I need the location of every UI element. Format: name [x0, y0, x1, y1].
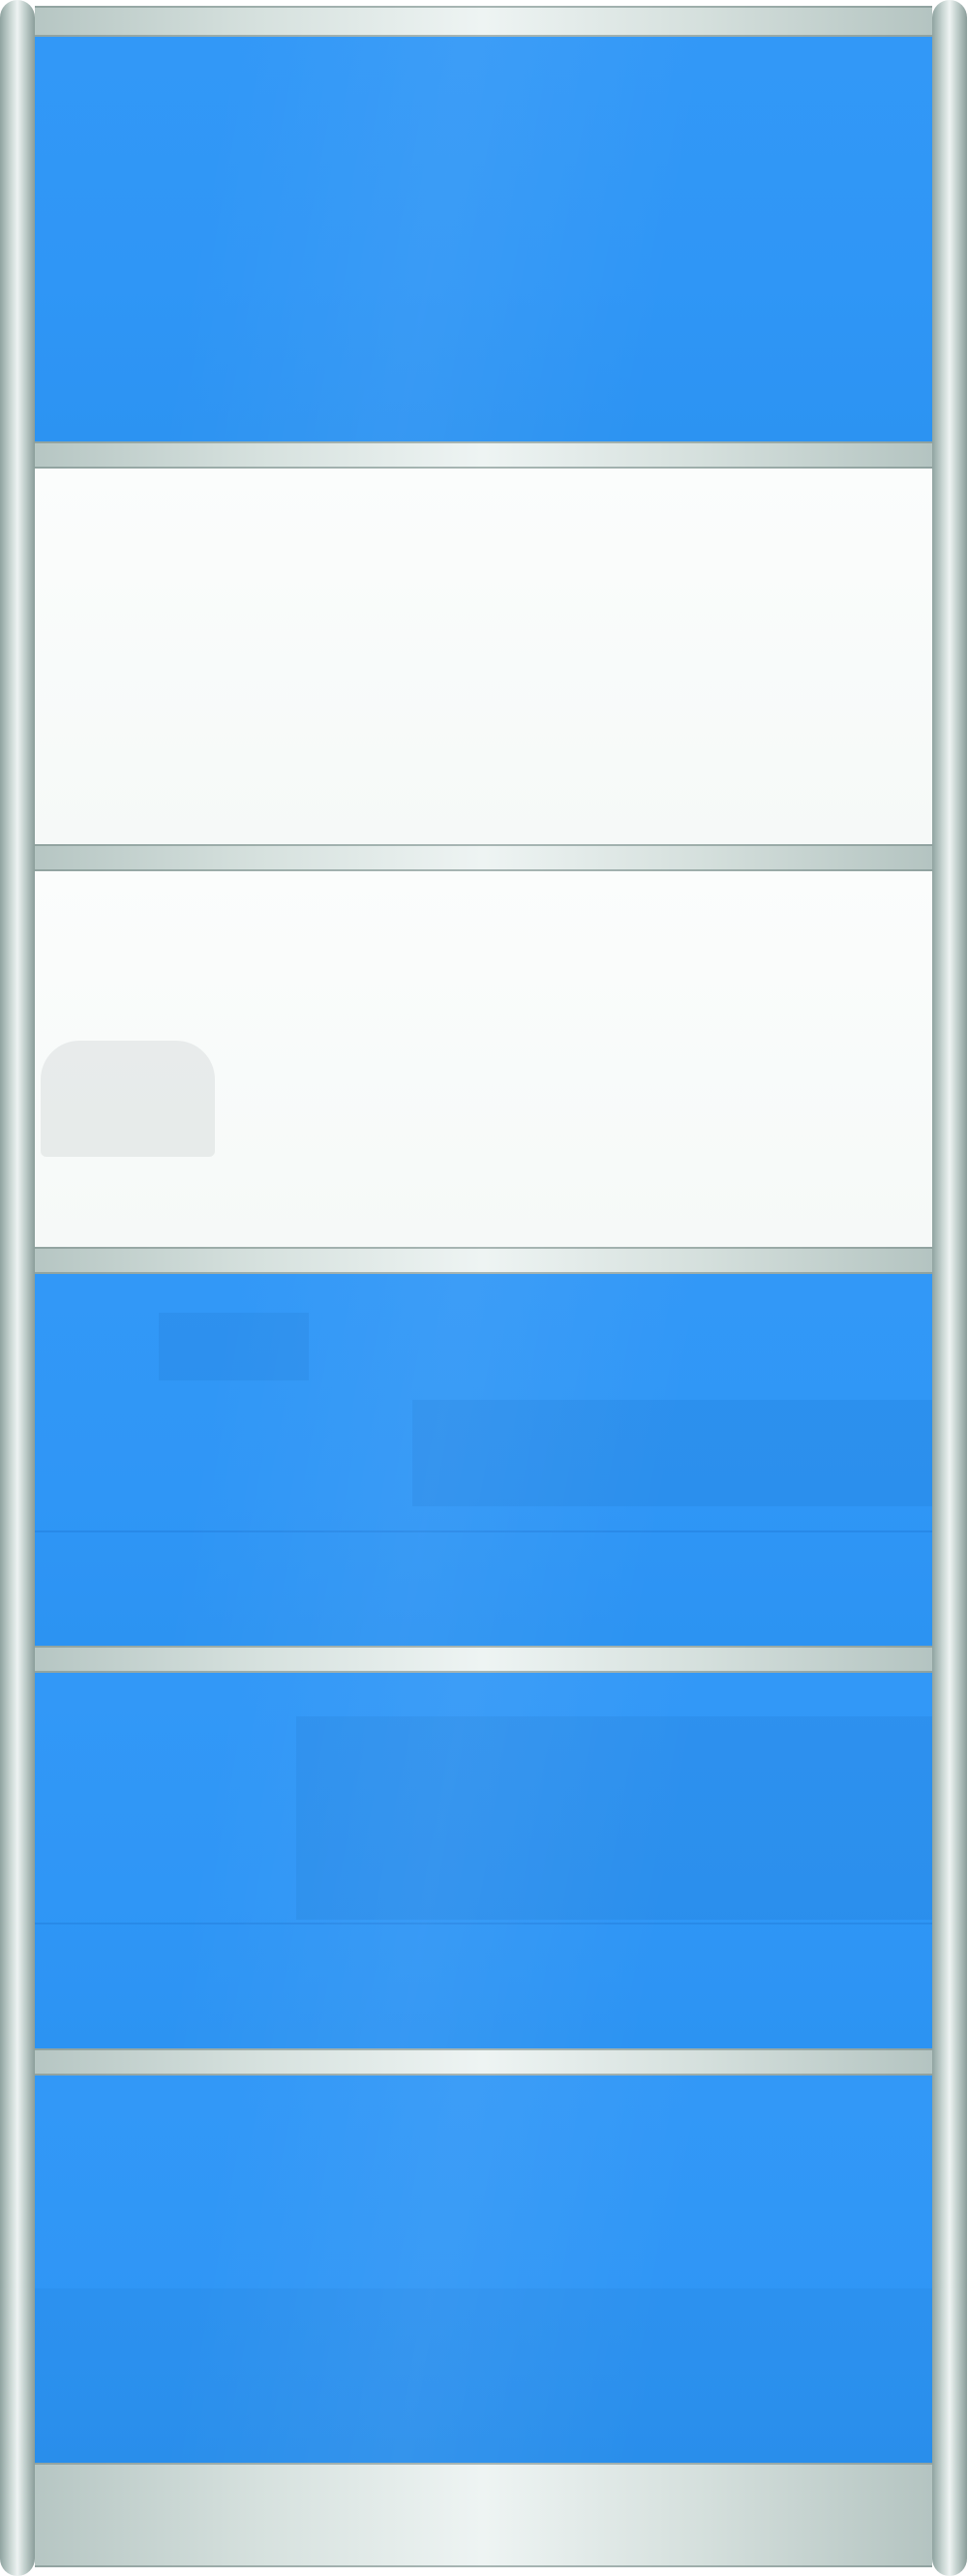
panel-2-white [35, 469, 932, 844]
sliding-door [0, 0, 968, 2576]
panel-5-blue [35, 1673, 932, 2048]
panel-3-white [35, 871, 932, 1247]
divider-3 [35, 1247, 932, 1274]
left-frame-profile [0, 0, 35, 2576]
divider-2 [35, 844, 932, 871]
right-frame-profile [932, 0, 967, 2576]
divider-4 [35, 1646, 932, 1673]
top-rail [35, 6, 932, 37]
panel-4-blue [35, 1274, 932, 1646]
bottom-rail [35, 2463, 932, 2567]
panel-1-blue [35, 37, 932, 441]
divider-1 [35, 441, 932, 469]
panel-6-blue [35, 2076, 932, 2463]
divider-5 [35, 2048, 932, 2076]
